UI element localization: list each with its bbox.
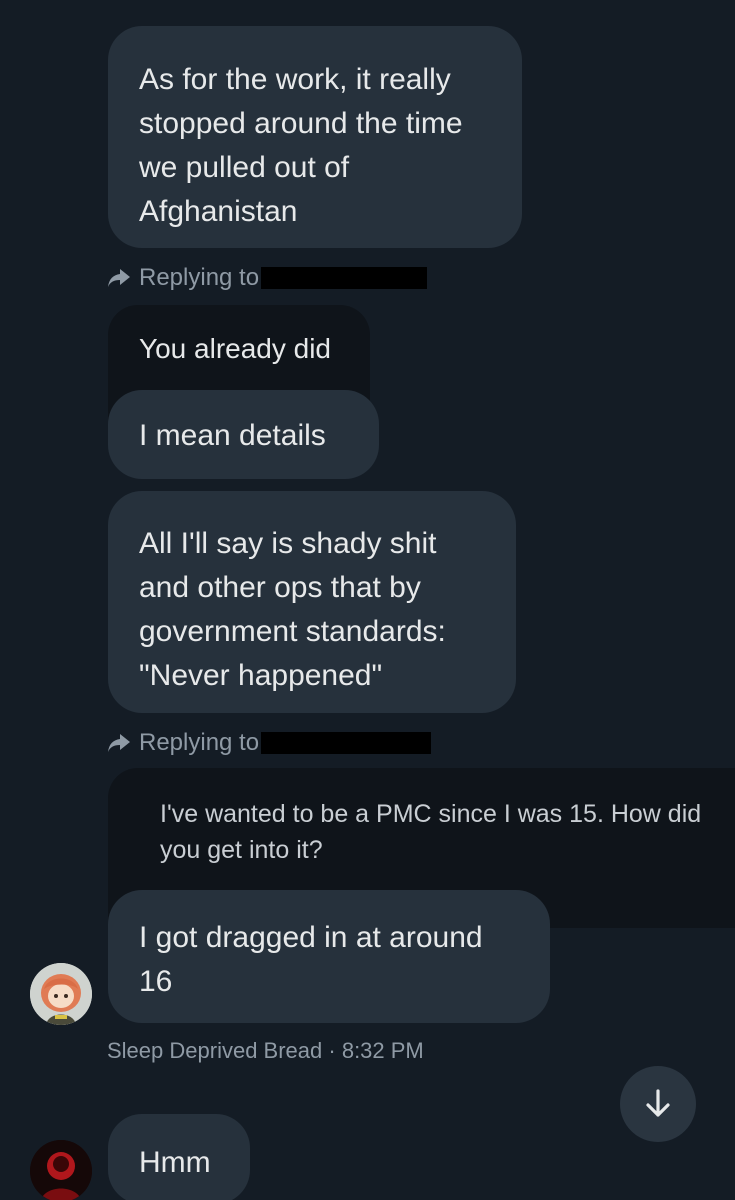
scroll-to-bottom-button[interactable] [620,1066,696,1142]
message-text: Hmm [139,1146,211,1179]
message-bubble[interactable]: All I'll say is shady shit and other ops… [108,491,516,713]
reply-arrow-icon [108,734,130,752]
message-bubble[interactable]: As for the work, it really stopped aroun… [108,26,522,248]
reply-label: Replying to [139,264,260,291]
arrow-down-icon [646,1089,670,1117]
message-text: As for the work, it really stopped aroun… [139,63,463,228]
redacted-username [261,732,432,754]
meta-separator: · [328,1038,336,1063]
reply-label: Replying to [139,729,260,756]
message-text: I mean details [139,419,326,452]
reply-arrow-icon [108,269,130,287]
avatar[interactable] [30,963,92,1025]
avatar[interactable] [30,1140,92,1200]
message-text: All I'll say is shady shit and other ops… [139,527,446,692]
conversation-screen: As for the work, it really stopped aroun… [0,0,735,1200]
message-bubble[interactable]: I got dragged in at around 16 [108,890,550,1023]
message-bubble[interactable]: I mean details [108,390,379,479]
reply-context[interactable]: Replying to [107,728,432,758]
message-text: You already did [139,333,332,364]
message-time: 8:32 PM [341,1038,424,1063]
avatar-character-icon [30,963,92,1025]
sender-name: Sleep Deprived Bread [107,1038,323,1063]
message-bubble[interactable]: You already did [108,305,370,391]
reply-context[interactable]: Replying to [107,263,428,293]
message-meta: Sleep Deprived Bread · 8:32 PM [107,1038,424,1064]
redacted-username [261,267,428,289]
message-text: I got dragged in at around 16 [139,921,483,998]
quoted-text: I've wanted to be a PMC since I was 15. … [160,800,702,864]
avatar-dark-figure-icon [30,1140,92,1200]
message-bubble[interactable]: Hmm [108,1114,250,1200]
